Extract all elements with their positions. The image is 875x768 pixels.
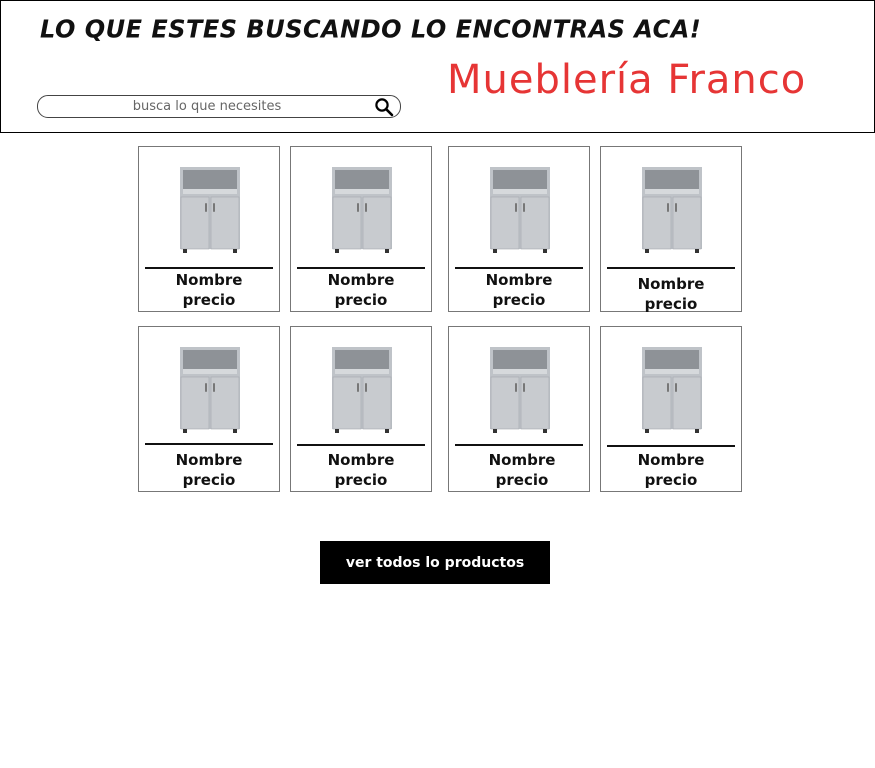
product-name: Nombre [485, 271, 553, 289]
product-card[interactable]: Nombre precio [290, 326, 432, 492]
product-name: Nombre [637, 451, 705, 469]
product-name: Nombre [327, 271, 395, 289]
product-name: Nombre [175, 451, 243, 469]
cabinet-image [180, 167, 240, 253]
product-card[interactable]: Nombre precio [290, 146, 432, 312]
product-card[interactable]: Nombre precio [448, 146, 590, 312]
card-divider [455, 267, 583, 269]
product-price: precio [495, 471, 549, 489]
product-card[interactable]: Nombre precio [138, 146, 280, 312]
product-price: precio [492, 291, 546, 309]
product-card[interactable]: Nombre precio [138, 326, 280, 492]
search-input[interactable] [52, 97, 362, 115]
product-card[interactable]: Nombre precio [448, 326, 590, 492]
product-price: precio [182, 291, 236, 309]
product-card[interactable]: Nombre precio [600, 326, 742, 492]
cabinet-image [332, 347, 392, 433]
header-tagline: LO QUE ESTES BUSCANDO LO ENCONTRAS ACA! [40, 14, 702, 44]
product-name: Nombre [637, 275, 705, 293]
card-divider [297, 267, 425, 269]
search-bar[interactable] [37, 95, 401, 118]
product-price: precio [334, 291, 388, 309]
view-all-products-button[interactable]: ver todos lo productos [320, 541, 550, 584]
cabinet-image [180, 347, 240, 433]
cabinet-image [642, 167, 702, 253]
card-divider [455, 444, 583, 446]
cabinet-image [642, 347, 702, 433]
card-divider [145, 443, 273, 445]
card-divider [607, 445, 735, 447]
product-price: precio [644, 471, 698, 489]
cabinet-image [490, 347, 550, 433]
search-icon[interactable] [374, 97, 394, 117]
brand-logo: Mueblería Franco [447, 57, 807, 103]
product-name: Nombre [175, 271, 243, 289]
product-card[interactable]: Nombre precio [600, 146, 742, 313]
product-price: precio [334, 471, 388, 489]
product-name: Nombre [327, 451, 395, 469]
card-divider [145, 267, 273, 269]
product-price: precio [182, 471, 236, 489]
site-header: LO QUE ESTES BUSCANDO LO ENCONTRAS ACA! … [0, 0, 875, 133]
cabinet-image [490, 167, 550, 253]
product-price: precio [644, 295, 698, 313]
card-divider [297, 444, 425, 446]
product-name: Nombre [488, 451, 556, 469]
card-divider [607, 267, 735, 269]
cabinet-image [332, 167, 392, 253]
